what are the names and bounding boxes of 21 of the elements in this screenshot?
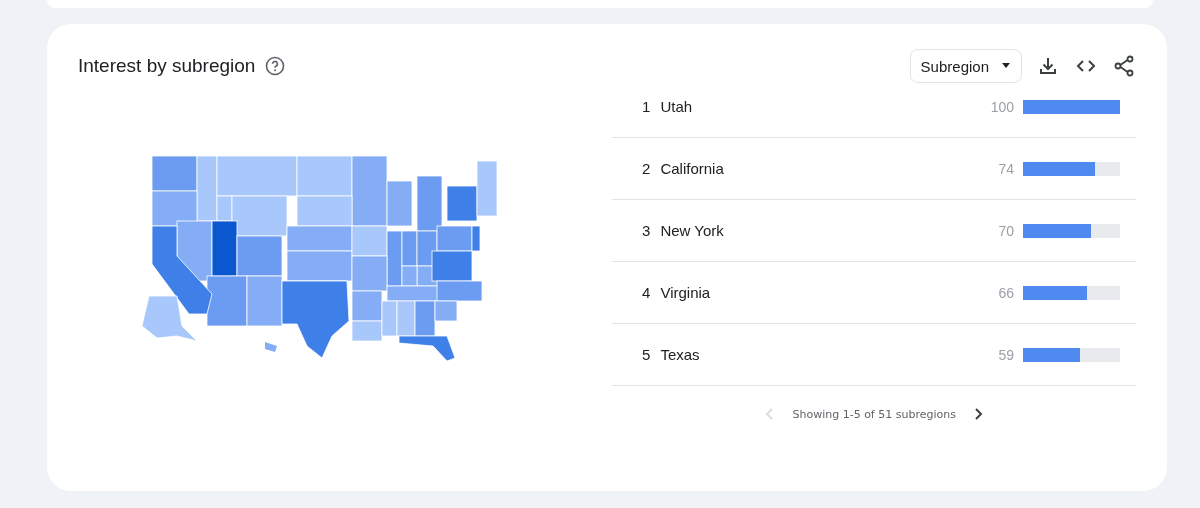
region-name: California	[660, 160, 725, 177]
share-icon[interactable]	[1112, 54, 1136, 78]
help-icon[interactable]	[265, 56, 286, 76]
interest-value: 100	[990, 98, 1014, 115]
region-name: Utah	[660, 98, 694, 115]
interest-value: 70	[998, 222, 1014, 239]
region-name: Virginia	[660, 284, 712, 301]
rank-number: 1	[641, 98, 651, 115]
pagination-text: Showing 1-5 of 51 subregions	[792, 407, 956, 421]
card-title: Interest by subregion	[78, 55, 256, 77]
subregion-dropdown[interactable]: Subregion	[909, 49, 1022, 83]
rank-number: 4	[641, 284, 651, 301]
rank-number: 5	[641, 346, 651, 363]
rank-number: 2	[641, 160, 651, 177]
region-name: Texas	[660, 346, 701, 363]
rank-number: 3	[641, 222, 651, 239]
interest-value: 66	[998, 284, 1014, 301]
interest-value: 74	[998, 160, 1014, 177]
region-name: New York	[660, 222, 725, 239]
caret-icon	[1001, 63, 1011, 69]
interest-value: 59	[998, 346, 1014, 363]
